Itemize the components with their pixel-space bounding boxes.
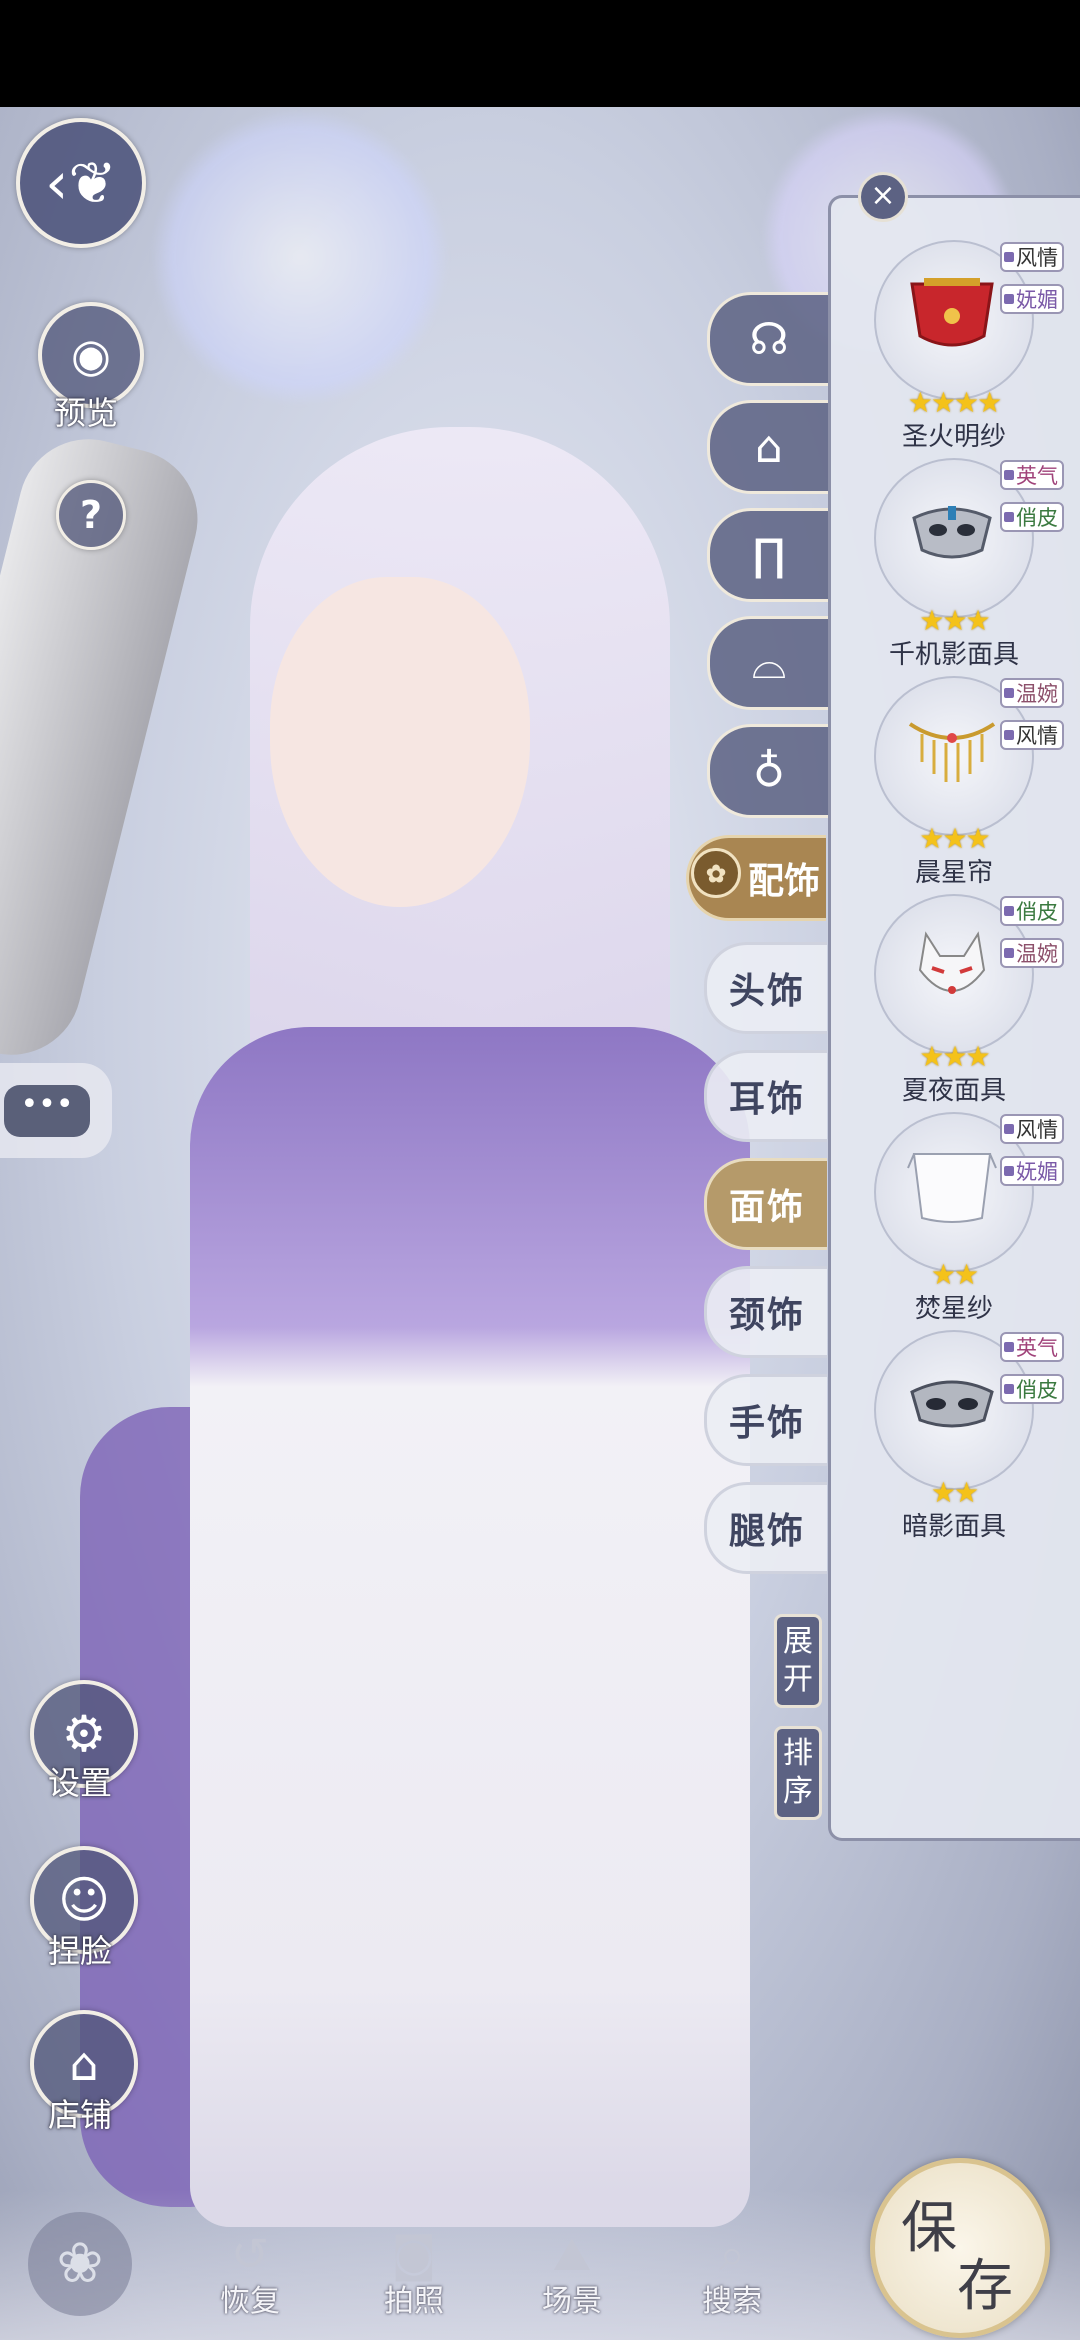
- shop-icon: ⌂: [69, 2037, 99, 2091]
- white-veil-icon: [907, 1153, 997, 1223]
- item-tag: 温婉: [1000, 678, 1064, 708]
- item-name: 暗影面具: [901, 1512, 1006, 1542]
- subtab-ear[interactable]: 耳饰: [704, 1050, 827, 1142]
- item-tag: 英气: [1000, 1332, 1064, 1362]
- item-card[interactable]: 英气 俏皮 ★★ 暗影面具: [848, 1326, 1064, 1542]
- item-name: 焚星纱: [914, 1294, 993, 1324]
- category-bells[interactable]: ♁: [707, 724, 828, 818]
- fox-mask-icon: [918, 931, 986, 994]
- category-top[interactable]: ⌂: [707, 400, 828, 494]
- camera-icon[interactable]: ◙: [382, 2224, 446, 2284]
- photo-label[interactable]: 拍照: [354, 2276, 474, 2320]
- item-card[interactable]: 风情 妩媚 ★★★★ 圣火明纱: [848, 236, 1064, 452]
- item-stars: ★★★★: [907, 386, 1002, 419]
- veil-icon: [910, 278, 994, 347]
- item-tag: 俏皮: [1000, 1374, 1064, 1404]
- bells-icon: ♁: [752, 745, 786, 797]
- item-name: 晨星帘: [914, 858, 993, 888]
- butterfly-back-icon: ‹❦: [45, 149, 117, 217]
- category-hair[interactable]: ☊: [707, 292, 828, 386]
- hair-icon: ☊: [749, 313, 789, 365]
- item-tag: 风情: [1000, 720, 1064, 750]
- subtab-leg[interactable]: 腿饰: [704, 1482, 827, 1574]
- shadow-mask-icon: [910, 1380, 994, 1428]
- item-stars: ★★: [930, 1258, 979, 1291]
- subtab-hand[interactable]: 手饰: [704, 1374, 827, 1466]
- item-tag: 温婉: [1000, 938, 1064, 968]
- question-icon: ?: [79, 493, 103, 537]
- save-char-2: 存: [957, 2254, 1013, 2319]
- subtab-neck[interactable]: 颈饰: [704, 1266, 827, 1358]
- settings-label: 设置: [47, 1764, 112, 1802]
- save-button[interactable]: 保 存: [870, 2158, 1050, 2338]
- jewel-curtain-icon: [908, 722, 996, 782]
- category-pants[interactable]: ∏: [707, 508, 828, 602]
- item-tag: 妩媚: [1000, 284, 1064, 314]
- item-stars: ★★★: [919, 604, 990, 637]
- chat-button[interactable]: •••: [0, 1063, 112, 1158]
- lotus-menu-button[interactable]: ❀: [28, 2212, 132, 2316]
- item-tag: 风情: [1000, 242, 1064, 272]
- character-face: [270, 577, 530, 907]
- subtab-head[interactable]: 头饰: [704, 942, 827, 1034]
- pants-icon: ∏: [752, 529, 786, 581]
- top-icon: ⌂: [755, 421, 783, 473]
- save-char-1: 保: [901, 2196, 957, 2261]
- search-icon[interactable]: ⌕: [700, 2224, 764, 2284]
- gear-icon: ⚙: [61, 1705, 107, 1763]
- subtab-face[interactable]: 面饰: [704, 1158, 827, 1250]
- face-edit-label: 捏脸: [47, 1932, 112, 1970]
- lotus-icon: ❀: [56, 2231, 104, 2296]
- item-stars: ★★★: [919, 1040, 990, 1073]
- restore-label[interactable]: 恢复: [190, 2276, 310, 2320]
- shoes-icon: ⌓: [751, 637, 787, 689]
- panel-close-button[interactable]: ×: [858, 172, 908, 222]
- scene-icon[interactable]: ⛰: [540, 2224, 604, 2284]
- eye-icon: ◉: [70, 328, 112, 382]
- help-button[interactable]: ?: [56, 480, 126, 550]
- item-stars: ★★★: [919, 822, 990, 855]
- item-name: 夏夜面具: [901, 1076, 1006, 1106]
- accessory-tab-label: 配饰: [747, 860, 820, 902]
- expand-button[interactable]: 展开: [774, 1614, 822, 1708]
- item-name: 千机影面具: [888, 640, 1019, 670]
- chat-bubble-icon: •••: [4, 1085, 90, 1137]
- status-bar: [0, 0, 1080, 107]
- item-card[interactable]: 俏皮 温婉 ★★★ 夏夜面具: [848, 890, 1064, 1106]
- back-button[interactable]: ‹❦: [16, 118, 146, 248]
- item-tag: 俏皮: [1000, 502, 1064, 532]
- item-name: 圣火明纱: [901, 422, 1006, 452]
- preview-label: 预览: [53, 394, 118, 432]
- item-card[interactable]: 英气 俏皮 ★★★ 千机影面具: [848, 454, 1064, 670]
- expand-label: 展开: [783, 1624, 813, 1697]
- item-tag: 妩媚: [1000, 1156, 1064, 1186]
- item-stars: ★★: [930, 1476, 979, 1509]
- sort-button[interactable]: 排序: [774, 1726, 822, 1820]
- item-tag: 风情: [1000, 1114, 1064, 1144]
- scene-label[interactable]: 场景: [512, 2276, 632, 2320]
- item-card[interactable]: 温婉 风情 ★★★ 晨星帘: [848, 672, 1064, 888]
- search-label[interactable]: 搜索: [672, 2276, 792, 2320]
- flower-icon: ✿: [691, 848, 741, 898]
- wing-decoration: [150, 107, 450, 407]
- mask-icon: [912, 506, 992, 559]
- item-tag: 俏皮: [1000, 896, 1064, 926]
- category-shoes[interactable]: ⌓: [707, 616, 828, 710]
- character-robe: [190, 1027, 750, 2227]
- item-tag: 英气: [1000, 460, 1064, 490]
- face-icon: ☺: [57, 1871, 111, 1929]
- accessory-tab[interactable]: ✿ 配饰: [686, 835, 826, 921]
- shop-label: 店铺: [47, 2096, 112, 2134]
- sort-label: 排序: [783, 1736, 813, 1809]
- item-card[interactable]: 风情 妩媚 ★★ 焚星纱: [848, 1108, 1064, 1324]
- restore-icon[interactable]: ↺: [218, 2224, 282, 2284]
